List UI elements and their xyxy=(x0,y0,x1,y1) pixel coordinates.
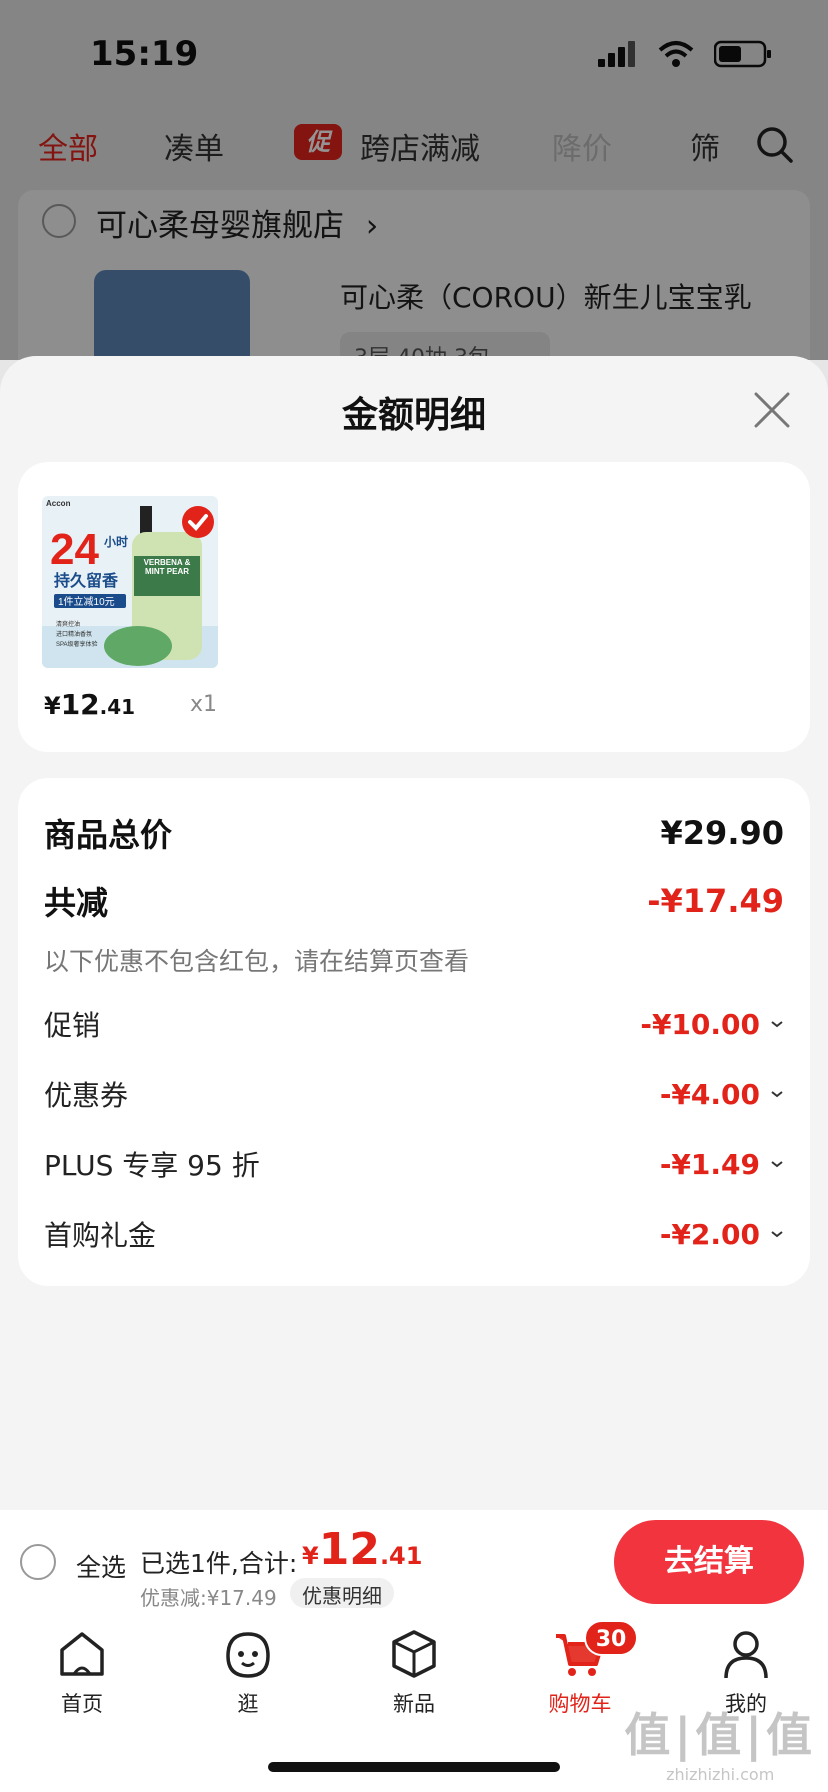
bottom-tab-bar: 首页 逛 新品 30 购物车 我的 值|值|值 zhizhizhi.com xyxy=(0,1612,828,1792)
feature-2: 进口精油香氛 xyxy=(56,630,92,638)
product-image[interactable]: Accon 24 小时 持久留香 1件立减10元 清爽控油 进口精油香氛 SPA… xyxy=(42,496,218,668)
hours-number: 24 xyxy=(50,525,99,574)
discount-label: 促销 xyxy=(44,1009,101,1042)
home-indicator[interactable] xyxy=(268,1762,560,1772)
amount-detail-sheet: 金额明细 Accon 24 小时 持久留香 1件立减10元 清爽控油 进口精油香… xyxy=(0,356,828,1516)
price-decimal: .41 xyxy=(99,695,136,719)
price-integer: 12 xyxy=(60,688,100,721)
amount-breakdown-card: 商品总价 ¥29.90 共减 -¥17.49 以下优惠不包含红包，请在结算页查看… xyxy=(18,778,810,1286)
total-price-value: ¥29.90 xyxy=(660,814,784,852)
feature-3: SPA级奢享体验 xyxy=(56,640,98,648)
promo-line: 1件立减10元 xyxy=(58,595,115,608)
checkout-bar: 全选 已选1件,合计: ¥12.41 优惠减:¥17.49 优惠明细 去结算 xyxy=(0,1510,828,1612)
watermark: 值|值|值 zhizhizhi.com xyxy=(624,1699,816,1784)
product-image-art: Accon 24 小时 持久留香 1件立减10元 清爽控油 进口精油香氛 SPA… xyxy=(42,496,218,668)
discount-summary: 优惠减:¥17.49 xyxy=(140,1586,277,1610)
tab-home[interactable]: 首页 xyxy=(22,1626,142,1718)
tab-label: 首页 xyxy=(61,1692,103,1716)
product-price: ¥12.41 xyxy=(44,688,135,721)
total-symbol: ¥ xyxy=(302,1542,319,1570)
person-icon xyxy=(724,1631,768,1679)
select-all-label[interactable]: 全选 xyxy=(76,1548,126,1584)
discount-note: 以下优惠不包含红包，请在结算页查看 xyxy=(44,947,470,976)
discount-detail-button[interactable]: 优惠明细 xyxy=(290,1578,394,1608)
modal-overlay[interactable] xyxy=(0,0,828,360)
discount-value: -¥1.49 xyxy=(659,1147,760,1181)
tab-label: 逛 xyxy=(237,1692,259,1716)
box-icon xyxy=(392,1630,436,1678)
chevron-down-icon xyxy=(771,1021,783,1028)
product-card: Accon 24 小时 持久留香 1件立减10元 清爽控油 进口精油香氛 SPA… xyxy=(18,462,810,752)
total-decimal: .41 xyxy=(379,1542,423,1570)
total-reduce-value: -¥17.49 xyxy=(647,882,784,920)
discount-row-first-purchase[interactable]: 首购礼金 -¥2.00 xyxy=(44,1214,784,1254)
price-symbol: ¥ xyxy=(44,692,61,720)
product-quantity: x1 xyxy=(190,692,218,717)
cart-total: ¥12.41 xyxy=(302,1524,422,1575)
tab-cart[interactable]: 30 购物车 xyxy=(520,1620,640,1718)
tab-label: 新品 xyxy=(393,1692,435,1716)
watermark-text: 值|值|值 xyxy=(624,1708,816,1762)
discount-label: PLUS 专享 95 折 xyxy=(44,1149,260,1182)
tab-browse[interactable]: 逛 xyxy=(188,1626,308,1718)
select-all-checkbox[interactable] xyxy=(20,1544,56,1580)
headline: 持久留香 xyxy=(54,571,119,590)
discount-label: 优惠券 xyxy=(44,1079,129,1112)
feature-1: 清爽控油 xyxy=(56,620,80,628)
total-integer: 12 xyxy=(318,1524,380,1575)
face-icon xyxy=(226,1632,270,1678)
total-reduce-row: 共减 -¥17.49 xyxy=(44,878,784,924)
sheet-title: 金额明细 xyxy=(341,395,486,436)
chevron-down-icon xyxy=(771,1161,783,1168)
discount-value: -¥2.00 xyxy=(659,1217,760,1251)
chevron-down-icon xyxy=(771,1091,783,1098)
discount-row-plus[interactable]: PLUS 专享 95 折 -¥1.49 xyxy=(44,1144,784,1184)
tab-label: 购物车 xyxy=(548,1692,612,1716)
total-reduce-label: 共减 xyxy=(44,884,109,922)
chevron-down-icon xyxy=(771,1231,783,1238)
cart-count-badge: 30 xyxy=(584,1620,638,1656)
selected-count: 已选1件,合计: xyxy=(140,1549,298,1578)
discount-label: 首购礼金 xyxy=(44,1219,157,1252)
total-price-row: 商品总价 ¥29.90 xyxy=(44,810,784,856)
bottle-label: VERBENA & MINT PEAR xyxy=(143,558,191,576)
total-price-label: 商品总价 xyxy=(44,816,173,854)
watermark-site: zhizhizhi.com xyxy=(666,1765,775,1784)
hours-unit: 小时 xyxy=(104,534,128,549)
checkout-button[interactable]: 去结算 xyxy=(614,1520,804,1604)
tab-new[interactable]: 新品 xyxy=(354,1626,474,1718)
brand-mark: Accon xyxy=(46,499,71,508)
discount-row-promotion[interactable]: 促销 -¥10.00 xyxy=(44,1004,784,1044)
discount-value: -¥10.00 xyxy=(640,1007,760,1041)
discount-value: -¥4.00 xyxy=(659,1077,760,1111)
home-icon xyxy=(60,1632,104,1676)
discount-row-coupon[interactable]: 优惠券 -¥4.00 xyxy=(44,1074,784,1114)
close-icon[interactable] xyxy=(750,388,794,432)
